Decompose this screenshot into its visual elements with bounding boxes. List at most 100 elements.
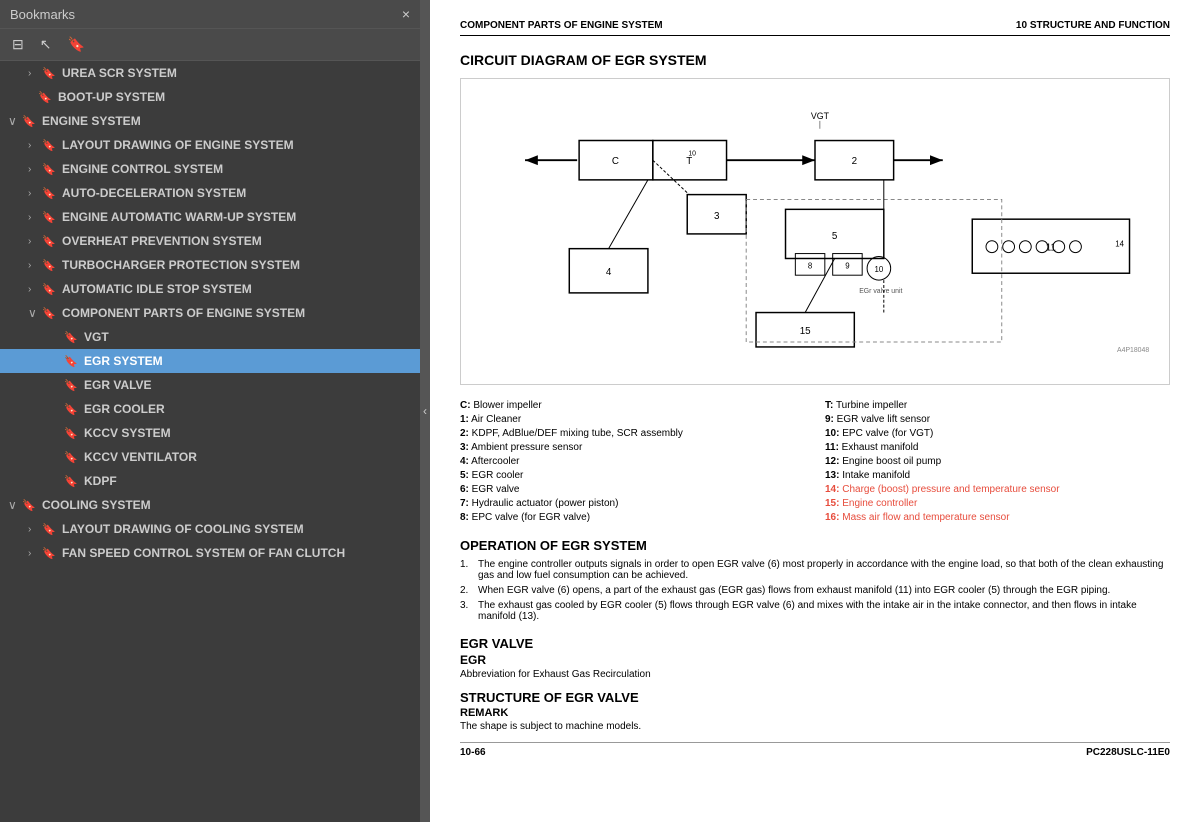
arrow-icon: › <box>28 212 42 223</box>
bookmark-item-egr-system[interactable]: 🔖 EGR SYSTEM <box>0 349 420 373</box>
svg-text:10: 10 <box>875 265 884 274</box>
arrow-icon: › <box>28 188 42 199</box>
bookmark-add-icon[interactable]: 🔖 <box>63 34 88 55</box>
panel-collapse-button[interactable]: ‹ <box>420 0 430 822</box>
bookmark-icon: 🔖 <box>42 67 58 80</box>
svg-text:15: 15 <box>800 326 811 337</box>
arrow-icon: › <box>28 284 42 295</box>
bookmark-item-overheat[interactable]: › 🔖 OVERHEAT PREVENTION SYSTEM <box>0 229 420 253</box>
legend-item-14: 14: Charge (boost) pressure and temperat… <box>825 483 1170 496</box>
legend-item-4: 4: Aftercooler <box>460 455 805 468</box>
bookmark-item-egr-valve[interactable]: 🔖 EGR VALVE <box>0 373 420 397</box>
bookmark-item-kccv[interactable]: 🔖 KCCV SYSTEM <box>0 421 420 445</box>
bookmarks-close-button[interactable]: × <box>402 6 410 22</box>
bookmark-item-turbo[interactable]: › 🔖 TURBOCHARGER PROTECTION SYSTEM <box>0 253 420 277</box>
legend-item-c: C: Blower impeller <box>460 399 805 412</box>
bookmark-label: KCCV SYSTEM <box>84 426 171 440</box>
arrow-icon: › <box>28 68 42 79</box>
egr-circuit-svg: VGT C T 10 2 <box>471 89 1159 369</box>
egr-valve-title: EGR VALVE <box>460 636 1170 651</box>
struct-title: STRUCTURE OF EGR VALVE <box>460 690 1170 705</box>
bookmark-item-idle-stop[interactable]: › 🔖 AUTOMATIC IDLE STOP SYSTEM <box>0 277 420 301</box>
bookmark-icon: 🔖 <box>64 355 80 368</box>
arrow-icon: › <box>28 524 42 535</box>
svg-text:T: T <box>686 156 692 167</box>
bookmark-item-engine[interactable]: ∨ 🔖 ENGINE SYSTEM <box>0 109 420 133</box>
bookmark-item-fan-speed[interactable]: › 🔖 FAN SPEED CONTROL SYSTEM OF FAN CLUT… <box>0 541 420 565</box>
svg-text:10: 10 <box>688 150 696 157</box>
bookmark-item-vgt[interactable]: 🔖 VGT <box>0 325 420 349</box>
bookmark-item-urea[interactable]: › 🔖 UREA SCR SYSTEM <box>0 61 420 85</box>
bookmark-item-layout-engine[interactable]: › 🔖 LAYOUT DRAWING OF ENGINE SYSTEM <box>0 133 420 157</box>
bookmark-item-engine-warmup[interactable]: › 🔖 ENGINE AUTOMATIC WARM-UP SYSTEM <box>0 205 420 229</box>
op-item-3: 3. The exhaust gas cooled by EGR cooler … <box>460 600 1170 622</box>
remark-text: The shape is subject to machine models. <box>460 721 1170 732</box>
bookmark-icon: 🔖 <box>42 211 58 224</box>
bookmark-item-comp-engine[interactable]: ∨ 🔖 COMPONENT PARTS OF ENGINE SYSTEM <box>0 301 420 325</box>
arrow-icon: › <box>28 548 42 559</box>
bookmarks-toolbar: ⊟ ↖ 🔖 <box>0 29 420 61</box>
bookmark-item-engine-control[interactable]: › 🔖 ENGINE CONTROL SYSTEM <box>0 157 420 181</box>
cursor-icon[interactable]: ↖ <box>36 34 56 55</box>
legend-item-9: 9: EGR valve lift sensor <box>825 413 1170 426</box>
legend-item-15: 15: Engine controller <box>825 497 1170 510</box>
svg-text:VGT: VGT <box>811 111 830 121</box>
arrow-icon: ∨ <box>8 114 22 128</box>
bookmark-label: AUTOMATIC IDLE STOP SYSTEM <box>62 282 252 296</box>
bookmark-item-auto-decel[interactable]: › 🔖 AUTO-DECELERATION SYSTEM <box>0 181 420 205</box>
svg-text:14: 14 <box>1115 240 1124 249</box>
svg-text:3: 3 <box>714 211 720 222</box>
bookmark-label: COMPONENT PARTS OF ENGINE SYSTEM <box>62 306 305 320</box>
legend-item-10: 10: EPC valve (for VGT) <box>825 427 1170 440</box>
bookmark-icon: 🔖 <box>42 187 58 200</box>
bookmark-icon: 🔖 <box>64 475 80 488</box>
bookmark-item-layout-cooling[interactable]: › 🔖 LAYOUT DRAWING OF COOLING SYSTEM <box>0 517 420 541</box>
bookmark-icon: 🔖 <box>42 235 58 248</box>
bookmark-item-cooling[interactable]: ∨ 🔖 COOLING SYSTEM <box>0 493 420 517</box>
operation-title: OPERATION OF EGR SYSTEM <box>460 538 1170 553</box>
op-item-1: 1. The engine controller outputs signals… <box>460 559 1170 581</box>
bookmark-label: EGR VALVE <box>84 378 152 392</box>
bookmark-label: VGT <box>84 330 109 344</box>
bookmark-icon: 🔖 <box>22 115 38 128</box>
bookmark-icon: 🔖 <box>42 307 58 320</box>
bookmark-label: LAYOUT DRAWING OF COOLING SYSTEM <box>62 522 304 536</box>
bookmark-item-kccv-vent[interactable]: 🔖 KCCV VENTILATOR <box>0 445 420 469</box>
bookmark-label: BOOT-UP SYSTEM <box>58 90 165 104</box>
remark-label: REMARK <box>460 707 1170 719</box>
bookmark-item-egr-cooler[interactable]: 🔖 EGR COOLER <box>0 397 420 421</box>
legend-item-2: 2: KDPF, AdBlue/DEF mixing tube, SCR ass… <box>460 427 805 440</box>
bookmark-label: COOLING SYSTEM <box>42 498 151 512</box>
bookmark-icon: 🔖 <box>42 283 58 296</box>
legend-item-11: 11: Exhaust manifold <box>825 441 1170 454</box>
diagram-section-title: CIRCUIT DIAGRAM OF EGR SYSTEM <box>460 52 1170 68</box>
arrow-icon: ∨ <box>28 306 42 320</box>
legend-item-12: 12: Engine boost oil pump <box>825 455 1170 468</box>
bookmark-label: OVERHEAT PREVENTION SYSTEM <box>62 234 262 248</box>
arrow-icon: › <box>28 140 42 151</box>
svg-text:EGr valve unit: EGr valve unit <box>859 288 902 295</box>
bookmark-label: ENGINE SYSTEM <box>42 114 141 128</box>
bookmark-label: TURBOCHARGER PROTECTION SYSTEM <box>62 258 300 272</box>
egr-abbrev-desc: Abbreviation for Exhaust Gas Recirculati… <box>460 669 1170 680</box>
svg-text:4: 4 <box>606 267 612 278</box>
footer-page: 10-66 <box>460 747 486 758</box>
arrow-icon: › <box>28 260 42 271</box>
bookmark-icon: 🔖 <box>42 139 58 152</box>
collapse-all-icon[interactable]: ⊟ <box>8 34 28 55</box>
bookmark-item-kdpf[interactable]: 🔖 KDPF <box>0 469 420 493</box>
arrow-icon: › <box>28 236 42 247</box>
legend-item-t: T: Turbine impeller <box>825 399 1170 412</box>
bookmark-item-bootup[interactable]: 🔖 BOOT-UP SYSTEM <box>0 85 420 109</box>
legend-item-3: 3: Ambient pressure sensor <box>460 441 805 454</box>
bookmark-label: FAN SPEED CONTROL SYSTEM OF FAN CLUTCH <box>62 546 345 560</box>
svg-text:9: 9 <box>845 261 849 270</box>
svg-text:2: 2 <box>852 156 857 167</box>
bookmark-icon: 🔖 <box>64 427 80 440</box>
legend-item-16: 16: Mass air flow and temperature sensor <box>825 511 1170 524</box>
footer-doc-id: PC228USLC-11E0 <box>1086 747 1170 758</box>
bookmark-icon: 🔖 <box>64 331 80 344</box>
bookmark-icon: 🔖 <box>64 379 80 392</box>
bookmark-label: ENGINE AUTOMATIC WARM-UP SYSTEM <box>62 210 296 224</box>
op-item-2: 2. When EGR valve (6) opens, a part of t… <box>460 585 1170 596</box>
